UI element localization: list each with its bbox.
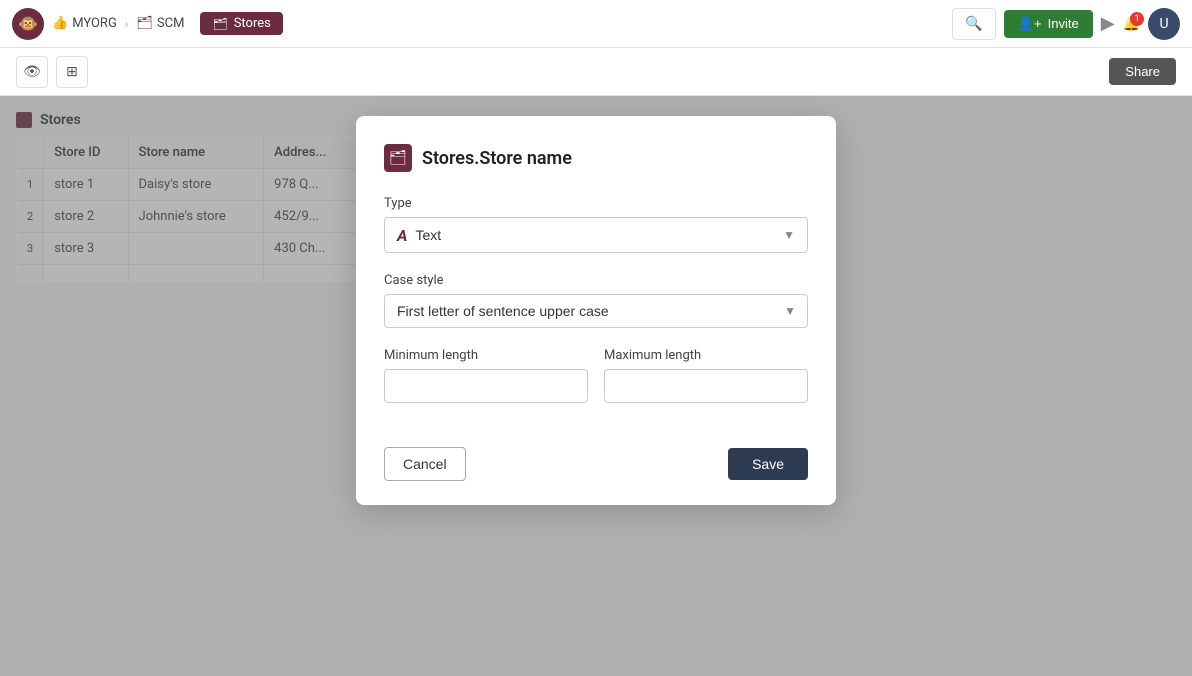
modal-title: Stores.Store name <box>422 148 572 169</box>
grid-icon: ⊞ <box>66 64 78 80</box>
modal-footer: Cancel Save <box>384 447 808 481</box>
case-style-select-wrapper: First letter of sentence upper case All … <box>384 294 808 328</box>
case-style-select[interactable]: First letter of sentence upper case All … <box>384 294 808 328</box>
main-content: Stores Store ID Store name Addres... 1 s… <box>0 96 1192 676</box>
cancel-label: Cancel <box>403 456 447 472</box>
modal-header: 🗂 Stores.Store name <box>384 144 808 172</box>
modal-dialog: 🗂 Stores.Store name Type A Text Number D… <box>356 116 836 505</box>
max-length-group: Maximum length <box>604 348 808 403</box>
eye-icon: 👁 <box>23 64 41 80</box>
type-select[interactable]: Text Number Date Boolean <box>415 218 795 252</box>
search-icon: 🔍 <box>965 16 982 32</box>
invite-icon: 👤+ <box>1018 16 1042 32</box>
org-label: MYORG <box>72 16 117 31</box>
stores-tab[interactable]: 🗂 Stores <box>200 12 282 35</box>
save-label: Save <box>752 456 784 472</box>
sub-toolbar: 👁 ⊞ Share <box>0 48 1192 96</box>
max-length-label: Maximum length <box>604 348 808 363</box>
notification-bell[interactable]: 🔔 1 <box>1123 16 1140 32</box>
invite-label: Invite <box>1048 16 1079 31</box>
chevron-icon: › <box>125 17 129 31</box>
invite-button[interactable]: 👤+ Invite <box>1004 10 1093 38</box>
grid-view-button[interactable]: ⊞ <box>56 56 88 88</box>
cancel-button[interactable]: Cancel <box>384 447 466 481</box>
scm-section: 🗂 SCM <box>136 16 184 31</box>
search-button[interactable]: 🔍 <box>952 8 996 40</box>
min-length-label: Minimum length <box>384 348 588 363</box>
share-label: Share <box>1125 64 1160 79</box>
notification-badge: 1 <box>1130 12 1144 26</box>
user-avatar[interactable]: U <box>1148 8 1180 40</box>
case-style-field-group: Case style First letter of sentence uppe… <box>384 273 808 328</box>
save-button[interactable]: Save <box>728 448 808 480</box>
view-toggle-button[interactable]: 👁 <box>16 56 48 88</box>
scm-label: SCM <box>157 16 185 31</box>
stores-tab-label: Stores <box>234 16 271 31</box>
case-style-label: Case style <box>384 273 808 288</box>
type-select-wrapper: A Text Number Date Boolean ▼ <box>384 217 808 253</box>
app-avatar: 🐵 <box>12 8 44 40</box>
type-label: Type <box>384 196 808 211</box>
navbar: 🐵 👍 MYORG › 🗂 SCM 🗂 Stores 🔍 👤+ Invite ▶… <box>0 0 1192 48</box>
modal-overlay: 🗂 Stores.Store name Type A Text Number D… <box>0 96 1192 676</box>
modal-icon: 🗂 <box>384 144 412 172</box>
min-length-input[interactable] <box>384 369 588 403</box>
min-length-group: Minimum length <box>384 348 588 403</box>
youtube-icon: ▶ <box>1101 13 1115 34</box>
scm-icon: 🗂 <box>136 16 153 31</box>
type-field-group: Type A Text Number Date Boolean ▼ <box>384 196 808 253</box>
org-section: 👍 MYORG <box>52 16 117 31</box>
thumb-icon: 👍 <box>52 16 68 31</box>
max-length-input[interactable] <box>604 369 808 403</box>
type-text-icon: A <box>397 226 407 245</box>
share-button[interactable]: Share <box>1109 58 1176 85</box>
stores-tab-icon: 🗂 <box>212 17 227 31</box>
length-fields-row: Minimum length Maximum length <box>384 348 808 423</box>
